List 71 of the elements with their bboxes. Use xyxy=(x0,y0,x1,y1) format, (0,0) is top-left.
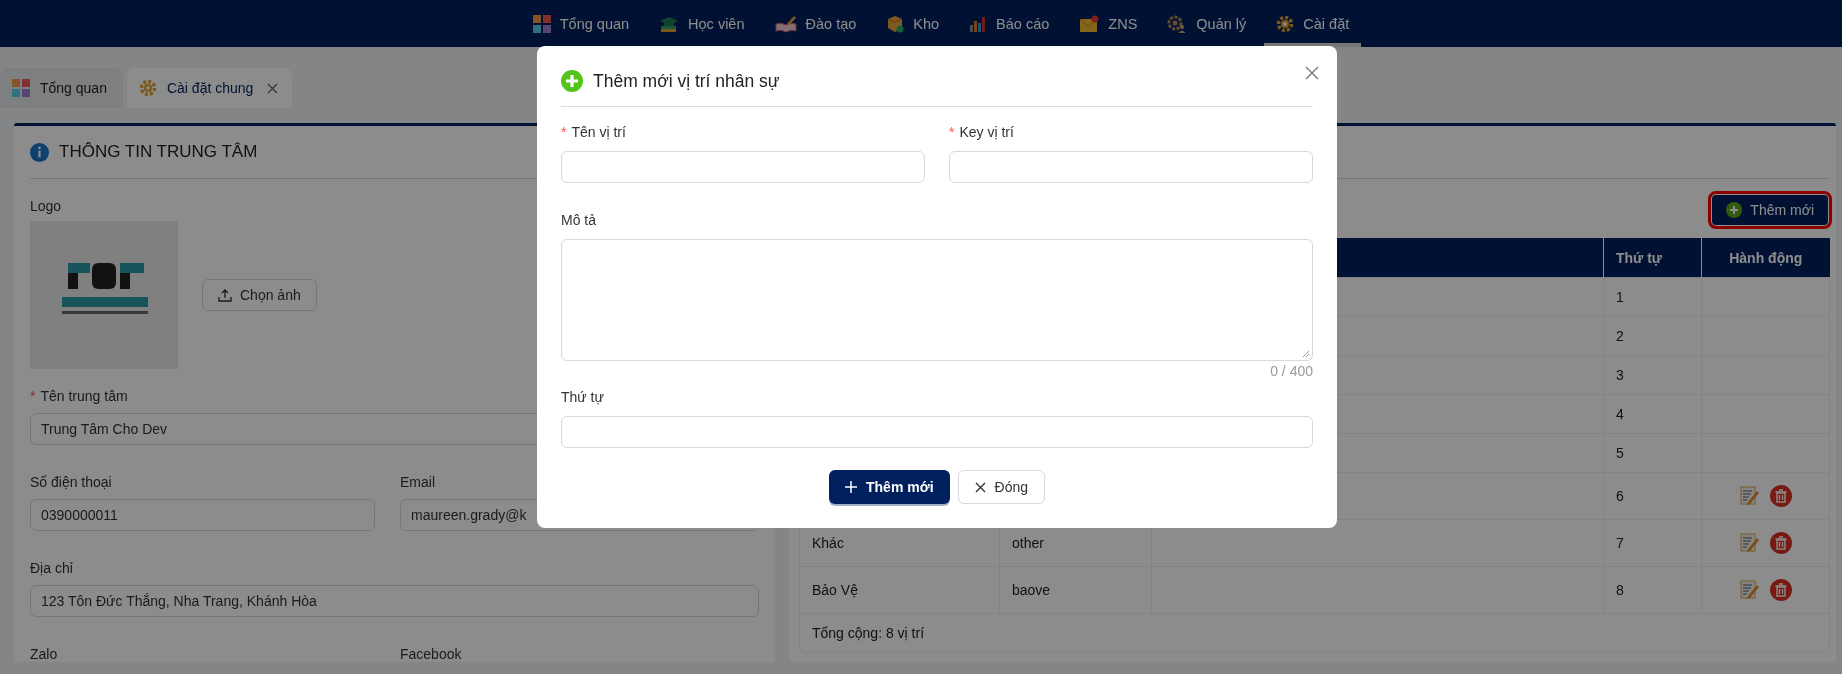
close-icon xyxy=(974,481,986,493)
table-cell: 1 xyxy=(1616,289,1624,305)
tab[interactable]: Tổng quan xyxy=(0,68,123,108)
field-label: * Tên trung tâm xyxy=(30,387,128,406)
nav-item[interactable]: Đào tạo xyxy=(762,0,869,47)
table-cell: other xyxy=(1012,535,1044,551)
table-cell: 4 xyxy=(1616,406,1624,422)
close-icon[interactable] xyxy=(267,82,279,94)
section-title: THÔNG TIN TRUNG TÂM xyxy=(59,142,258,162)
tab[interactable]: Cài đặt chung xyxy=(126,68,293,108)
resize-grip-icon xyxy=(1302,350,1310,358)
table-cell: 7 xyxy=(1616,535,1624,551)
upload-icon xyxy=(218,288,232,302)
dialog-title: Thêm mới vị trí nhân sự xyxy=(593,70,780,92)
nav-item[interactable]: ZNS xyxy=(1067,0,1150,47)
field-label: Zalo xyxy=(30,645,58,662)
book-pen-icon xyxy=(774,14,797,33)
bar-chart-icon xyxy=(969,14,988,33)
character-counter: 0 / 400 xyxy=(1270,363,1313,379)
table-footer: Tổng cộng: 8 vị trí xyxy=(812,625,925,641)
input-field[interactable] xyxy=(949,151,1313,183)
input-field[interactable]: 0390000011 xyxy=(30,499,375,531)
gear-icon xyxy=(138,79,157,97)
delete-icon[interactable] xyxy=(1769,485,1792,507)
nav-item[interactable]: Học viên xyxy=(647,0,757,47)
plus-circle-icon xyxy=(561,70,583,92)
table-cell: baove xyxy=(1012,582,1051,598)
input-field[interactable] xyxy=(561,151,925,183)
table-cell: 8 xyxy=(1616,582,1624,598)
table-cell: 2 xyxy=(1616,328,1624,344)
field-label: Địa chỉ xyxy=(30,559,73,578)
delete-icon[interactable] xyxy=(1769,579,1792,601)
table-cell: 3 xyxy=(1616,367,1624,383)
box-icon xyxy=(886,14,905,33)
field-label: * Key vị trí xyxy=(949,123,1014,142)
field-label: Số điện thoại xyxy=(30,473,112,492)
gear-icon xyxy=(1276,14,1295,33)
table-cell: Khác xyxy=(812,535,844,551)
field-label: Thứ tự xyxy=(561,388,604,407)
upload-button[interactable]: Chọn ảnh xyxy=(202,279,317,311)
table-cell: 6 xyxy=(1616,488,1624,504)
delete-icon[interactable] xyxy=(1769,532,1792,554)
input-field[interactable] xyxy=(561,416,1313,448)
field-label: Logo xyxy=(30,197,62,216)
plus-circle-icon xyxy=(1726,202,1743,218)
nav-item[interactable]: Kho xyxy=(874,0,952,47)
column-header: Hành động xyxy=(1701,238,1830,278)
edit-icon[interactable] xyxy=(1739,533,1760,553)
graduation-cap-icon xyxy=(659,14,680,33)
add-button[interactable]: Thêm mới xyxy=(829,470,950,504)
field-label: Mô tả xyxy=(561,211,596,230)
grid-icon xyxy=(12,79,30,97)
gear-person-icon xyxy=(1167,14,1188,33)
column-header: Thứ tự xyxy=(1603,238,1702,278)
edit-icon[interactable] xyxy=(1739,486,1760,506)
close-button[interactable]: Đóng xyxy=(957,470,1045,504)
input-field[interactable]: 123 Tôn Đức Thắng, Nha Trang, Khánh Hòa xyxy=(30,585,759,617)
field-label: * Tên vị trí xyxy=(561,123,626,142)
envelope-icon xyxy=(1079,14,1100,33)
field-label: Facebook xyxy=(400,645,462,662)
table-cell: 5 xyxy=(1616,445,1624,461)
grid-icon xyxy=(532,14,551,33)
info-icon xyxy=(30,142,49,162)
nav-item[interactable]: Quản lý xyxy=(1155,0,1259,47)
edit-icon[interactable] xyxy=(1739,580,1760,600)
field-label: Email xyxy=(400,473,435,492)
nav-item[interactable]: Tổng quan xyxy=(520,0,642,47)
nav-item[interactable]: Báo cáo xyxy=(957,0,1062,47)
table-cell: Bảo Vệ xyxy=(812,582,858,598)
plus-icon xyxy=(845,481,857,493)
close-icon[interactable] xyxy=(1305,66,1319,80)
